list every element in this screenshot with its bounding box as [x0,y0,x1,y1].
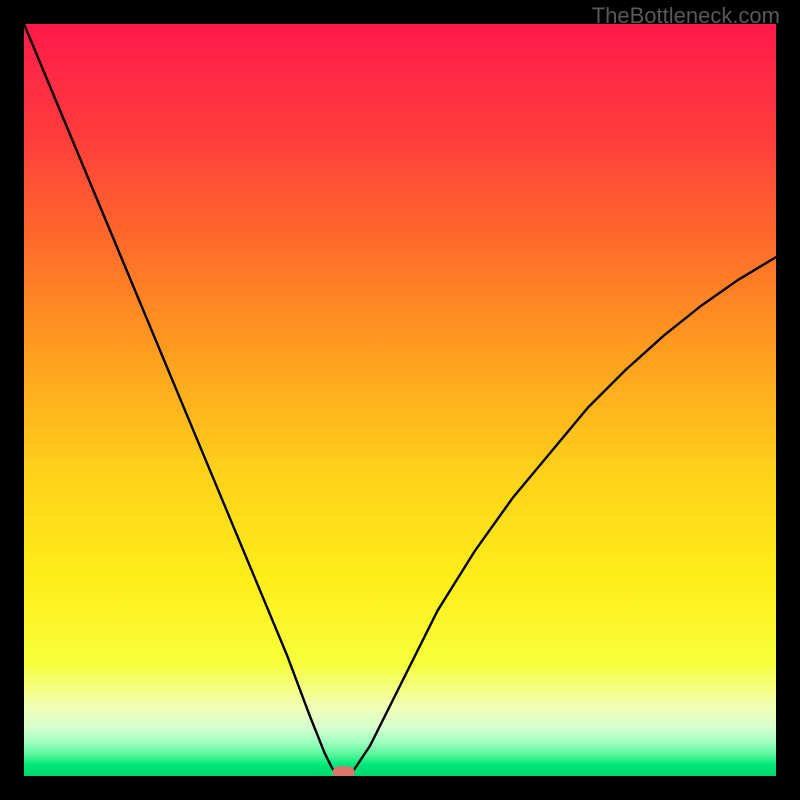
watermark-text: TheBottleneck.com [592,3,780,29]
plot-area [24,24,776,776]
chart-container: TheBottleneck.com [0,0,800,800]
optimum-marker [333,766,355,776]
bottleneck-chart [24,24,776,776]
